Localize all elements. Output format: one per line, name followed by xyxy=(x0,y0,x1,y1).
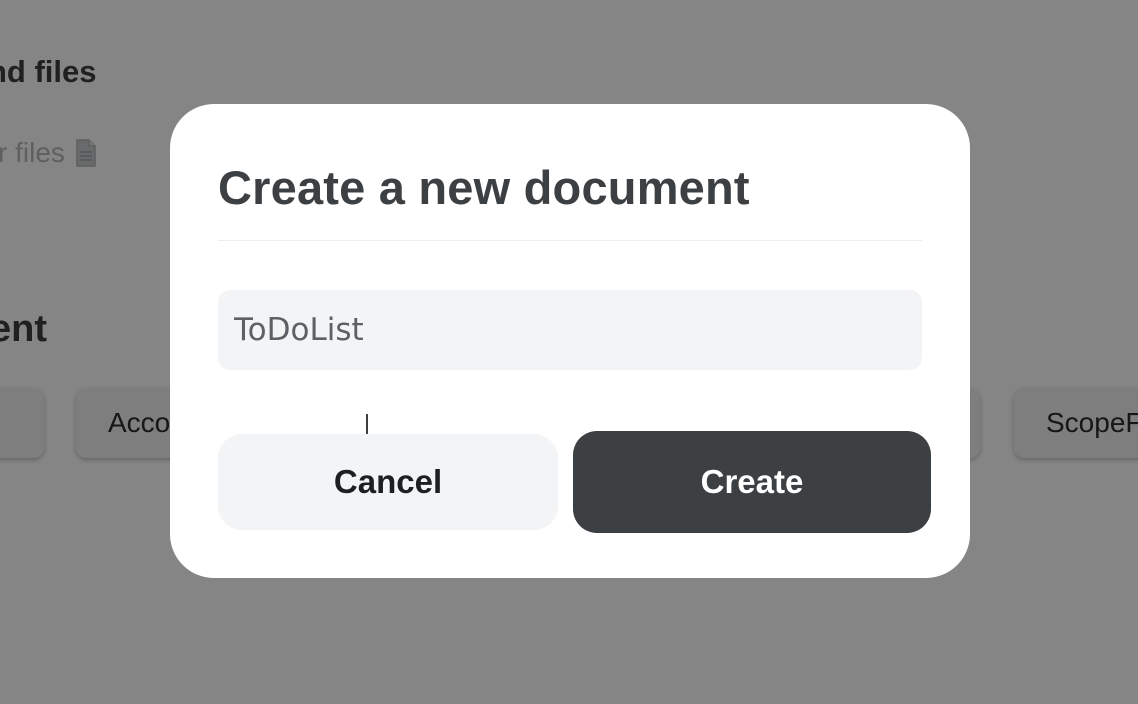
cancel-button[interactable]: Cancel xyxy=(218,434,558,530)
document-name-input[interactable] xyxy=(218,290,922,370)
dialog-divider xyxy=(218,240,922,241)
dialog-title: Create a new document xyxy=(218,161,750,214)
create-button[interactable]: Create xyxy=(573,431,931,533)
page: nd files r files ent el Acco ScopeF Crea… xyxy=(0,0,1138,704)
create-document-dialog: Create a new document Cancel Create xyxy=(170,104,970,578)
